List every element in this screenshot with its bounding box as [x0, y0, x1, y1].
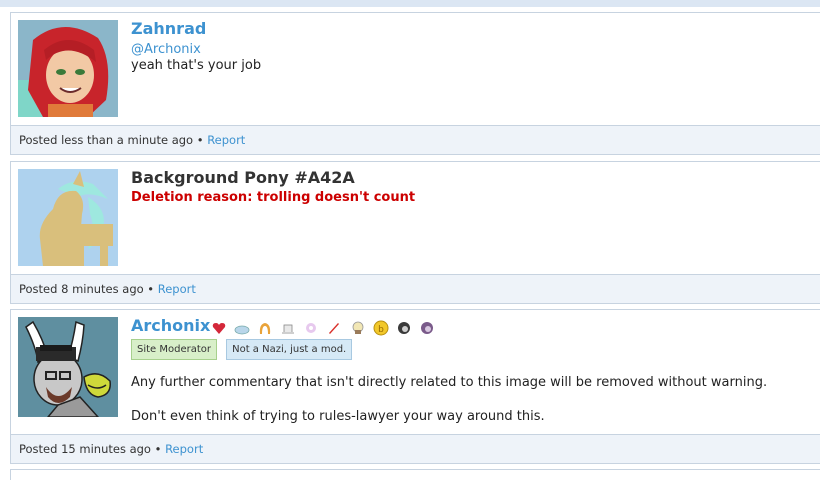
posted-time: Posted less than a minute ago •	[19, 133, 204, 147]
comment: Archonix b Site Moderator Not a Nazi, ju…	[10, 309, 820, 464]
comment-footer: Posted less than a minute ago • Report	[11, 125, 820, 154]
pony-icon[interactable]	[419, 320, 435, 336]
brush-icon[interactable]	[326, 320, 342, 336]
cloud-icon[interactable]	[234, 320, 250, 336]
report-link[interactable]: Report	[158, 282, 196, 296]
bit-coin-icon[interactable]: b	[373, 320, 389, 336]
site-moderator-tag: Site Moderator	[131, 339, 218, 360]
comment-footer: Posted 15 minutes ago • Report	[11, 434, 820, 463]
comment-body: Archonix b Site Moderator Not a Nazi, ju…	[11, 310, 820, 434]
horseshoe-icon[interactable]	[257, 320, 273, 336]
hat-icon[interactable]	[280, 320, 296, 336]
muffin-icon[interactable]	[350, 320, 366, 336]
comment-body: Zahnrad @Archonix yeah that's your job	[11, 13, 820, 125]
page-top-strip	[0, 0, 820, 7]
username: Background Pony #A42A	[131, 168, 355, 187]
avatar[interactable]	[18, 169, 118, 266]
flower-icon[interactable]	[303, 320, 319, 336]
comment-text: Any further commentary that isn't direct…	[131, 375, 768, 390]
posted-time: Posted 8 minutes ago •	[19, 282, 155, 296]
avatar[interactable]	[18, 20, 118, 117]
comment-body: Background Pony #A42A Deletion reason: t…	[11, 162, 820, 274]
report-link[interactable]: Report	[207, 133, 245, 147]
username-link[interactable]: Archonix	[131, 316, 210, 335]
posted-time: Posted 15 minutes ago •	[19, 442, 162, 456]
user-tags: Site Moderator Not a Nazi, just a mod.	[131, 339, 813, 360]
badge-list: b	[211, 320, 437, 338]
next-comment-edge	[10, 469, 820, 480]
comment-text: yeah that's your job	[131, 58, 262, 73]
mention-link[interactable]: @Archonix	[131, 42, 813, 58]
report-link[interactable]: Report	[165, 442, 203, 456]
comment-text: Don't even think of trying to rules-lawy…	[131, 409, 545, 424]
username-link[interactable]: Zahnrad	[131, 19, 813, 39]
comment-footer: Posted 8 minutes ago • Report	[11, 274, 820, 303]
svg-text:b: b	[378, 325, 384, 335]
comment: Background Pony #A42A Deletion reason: t…	[10, 161, 820, 304]
pony-icon[interactable]	[396, 320, 412, 336]
comment: Zahnrad @Archonix yeah that's your job P…	[10, 12, 820, 155]
heart-gem-icon[interactable]	[211, 320, 227, 336]
avatar[interactable]	[18, 317, 118, 417]
deletion-reason: Deletion reason: trolling doesn't count	[131, 190, 416, 205]
user-title-tag: Not a Nazi, just a mod.	[226, 339, 353, 360]
